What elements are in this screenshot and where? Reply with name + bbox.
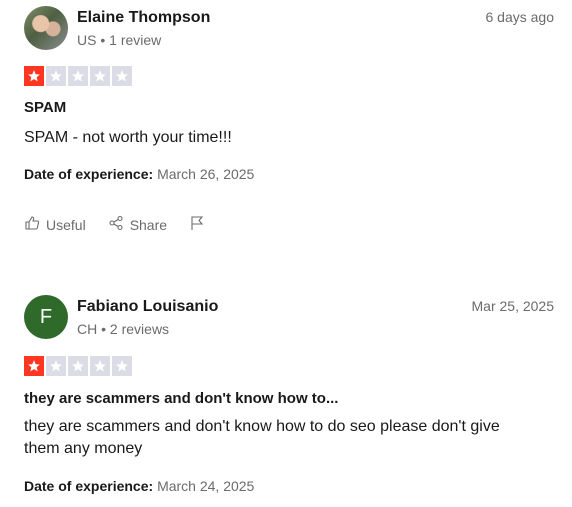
reviewer-country: US [77, 32, 97, 48]
flag-icon [189, 215, 205, 234]
share-button[interactable]: Share [108, 215, 167, 234]
reviewer-avatar[interactable]: F [24, 295, 68, 339]
review-title[interactable]: SPAM [24, 99, 66, 116]
review-actions: Useful Share [24, 215, 227, 234]
useful-label: Useful [46, 216, 86, 233]
reviewer-avatar[interactable] [24, 6, 68, 50]
review-body: SPAM - not worth your time!!! [24, 129, 232, 146]
separator-dot: • [101, 321, 107, 337]
share-label: Share [129, 216, 168, 233]
reviewer-meta: CH • 2 reviews [77, 321, 169, 337]
star-rating [24, 66, 132, 86]
star-rating [24, 356, 132, 376]
reviewer-review-count: 1 review [109, 32, 162, 48]
experience-label: Date of experience: [24, 166, 154, 182]
review-body: they are scammers and don't know how to … [24, 418, 500, 457]
star-4 [90, 66, 110, 86]
experience-value: March 24, 2025 [157, 478, 255, 494]
separator-dot: • [100, 32, 106, 48]
useful-button[interactable]: Useful [24, 215, 86, 234]
star-1 [24, 66, 44, 86]
star-2 [46, 66, 66, 86]
review-date: Mar 25, 2025 [471, 298, 555, 314]
reviewer-country: CH [77, 321, 98, 337]
star-3 [68, 66, 88, 86]
share-icon [108, 215, 124, 234]
experience-value: March 26, 2025 [157, 166, 255, 182]
thumbs-up-icon [24, 215, 40, 234]
reviewer-name[interactable]: Elaine Thompson [77, 9, 210, 27]
reviewer-meta: US • 1 review [77, 32, 161, 48]
star-4 [90, 356, 110, 376]
avatar-letter: F [39, 305, 53, 328]
star-5 [112, 356, 132, 376]
reviewer-review-count: 2 reviews [109, 321, 170, 337]
star-5 [112, 66, 132, 86]
experience-date: Date of experience: March 24, 2025 [24, 478, 254, 494]
star-2 [46, 356, 66, 376]
experience-date: Date of experience: March 26, 2025 [24, 166, 254, 182]
experience-label: Date of experience: [24, 478, 154, 494]
review-title[interactable]: they are scammers and don't know how to.… [24, 390, 338, 407]
reviewer-name[interactable]: Fabiano Louisanio [77, 298, 218, 316]
star-1 [24, 356, 44, 376]
review-date: 6 days ago [485, 9, 555, 25]
star-3 [68, 356, 88, 376]
report-button[interactable] [189, 215, 205, 234]
